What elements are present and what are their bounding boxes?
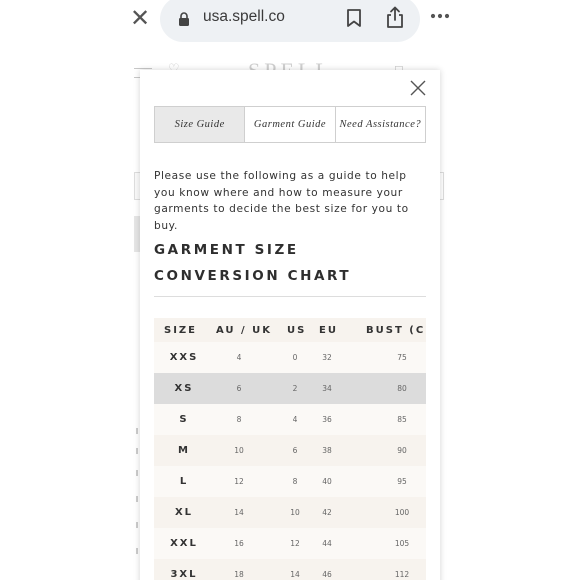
cell-us: 2 bbox=[292, 384, 298, 393]
cell-au-uk: 8 bbox=[236, 415, 242, 424]
cell-size: XXS bbox=[169, 352, 199, 363]
size-conversion-table: SIZE AU / UK US EU BUST (CM XXS403275XS6… bbox=[154, 318, 426, 580]
close-modal-icon[interactable] bbox=[408, 78, 428, 98]
cell-au-uk: 14 bbox=[234, 508, 244, 517]
background-mark bbox=[136, 496, 138, 502]
cell-us: 10 bbox=[290, 508, 300, 517]
cell-us: 12 bbox=[290, 539, 300, 548]
share-icon[interactable] bbox=[385, 6, 405, 28]
more-icon[interactable] bbox=[430, 12, 450, 20]
cell-au-uk: 16 bbox=[234, 539, 244, 548]
divider bbox=[154, 296, 426, 297]
cell-bust: 75 bbox=[397, 353, 407, 362]
cell-au-uk: 18 bbox=[234, 570, 244, 579]
header-size: SIZE bbox=[164, 324, 198, 336]
cell-au-uk: 12 bbox=[234, 477, 244, 486]
table-row: L 12 8 40 95 bbox=[154, 466, 426, 497]
cell-size: L bbox=[179, 476, 189, 487]
cell-size: XS bbox=[174, 383, 194, 394]
header-eu: EU bbox=[319, 324, 338, 336]
cell-us: 8 bbox=[292, 477, 298, 486]
table-row: M 10 6 38 90 bbox=[154, 435, 426, 466]
cell-eu: 32 bbox=[322, 353, 332, 362]
cell-eu: 44 bbox=[322, 539, 332, 548]
cell-size: M bbox=[178, 445, 190, 456]
table-header-row: SIZE AU / UK US EU BUST (CM bbox=[154, 318, 426, 342]
cell-eu: 36 bbox=[322, 415, 332, 424]
table-row: 3XL 18 14 46 112 bbox=[154, 559, 426, 580]
cell-au-uk: 4 bbox=[236, 353, 242, 362]
cell-us: 0 bbox=[292, 353, 298, 362]
close-icon[interactable]: ✕ bbox=[128, 6, 152, 30]
cell-size: 3XL bbox=[170, 569, 198, 580]
background-mark bbox=[136, 470, 138, 476]
table-row: XL 14 10 42 100 bbox=[154, 497, 426, 528]
lock-icon bbox=[179, 12, 189, 26]
size-guide-modal: Size Guide Garment Guide Need Assistance… bbox=[140, 70, 440, 580]
cell-size: XXL bbox=[170, 538, 198, 549]
cell-eu: 46 bbox=[322, 570, 332, 579]
table-row: S 8 4 36 85 bbox=[154, 404, 426, 435]
tab-garment-guide[interactable]: Garment Guide bbox=[245, 107, 336, 142]
cell-au-uk: 10 bbox=[234, 446, 244, 455]
intro-text: Please use the following as a guide to h… bbox=[154, 170, 409, 232]
browser-toolbar: ✕ usa.spell.co bbox=[0, 0, 580, 42]
cell-size: XL bbox=[174, 507, 194, 518]
size-guide-tabs: Size Guide Garment Guide Need Assistance… bbox=[154, 106, 426, 143]
cell-size: S bbox=[179, 414, 189, 425]
cell-au-uk: 6 bbox=[236, 384, 242, 393]
background-mark bbox=[136, 548, 138, 554]
cell-us: 4 bbox=[292, 415, 298, 424]
header-au-uk: AU / UK bbox=[216, 324, 273, 336]
cell-bust: 95 bbox=[397, 477, 407, 486]
cell-bust: 112 bbox=[394, 570, 410, 579]
cell-eu: 40 bbox=[322, 477, 332, 486]
table-row: XXS 4 0 32 75 bbox=[154, 342, 426, 373]
cell-eu: 34 bbox=[322, 384, 332, 393]
table-row: XS 6 2 34 80 bbox=[154, 373, 426, 404]
header-bust: BUST (CM bbox=[366, 324, 426, 336]
cell-bust: 80 bbox=[397, 384, 407, 393]
background-mark bbox=[136, 522, 138, 528]
cell-bust: 90 bbox=[397, 446, 407, 455]
background-mark bbox=[136, 448, 138, 454]
cell-bust: 85 bbox=[397, 415, 407, 424]
table-body: XXS 4 0 32 75 XS 6 2 34 80 S 8 4 36 85 M 10 6 38 90 L 12 8 40 95… bbox=[154, 342, 426, 580]
address-bar[interactable] bbox=[160, 0, 420, 42]
tab-need-assistance[interactable]: Need Assistance? bbox=[336, 107, 425, 142]
cell-bust: 105 bbox=[394, 539, 410, 548]
cell-us: 14 bbox=[290, 570, 300, 579]
cell-bust: 100 bbox=[394, 508, 410, 517]
cell-eu: 38 bbox=[322, 446, 332, 455]
bookmark-icon[interactable] bbox=[346, 9, 362, 27]
url-text[interactable]: usa.spell.co bbox=[203, 8, 285, 26]
tab-size-guide[interactable]: Size Guide bbox=[155, 107, 246, 142]
cell-us: 6 bbox=[292, 446, 298, 455]
cell-eu: 42 bbox=[322, 508, 332, 517]
header-us: US bbox=[287, 324, 307, 336]
background-mark bbox=[136, 428, 138, 434]
table-row: XXL 16 12 44 105 bbox=[154, 528, 426, 559]
chart-title: GARMENT SIZE CONVERSION CHART bbox=[154, 242, 352, 284]
